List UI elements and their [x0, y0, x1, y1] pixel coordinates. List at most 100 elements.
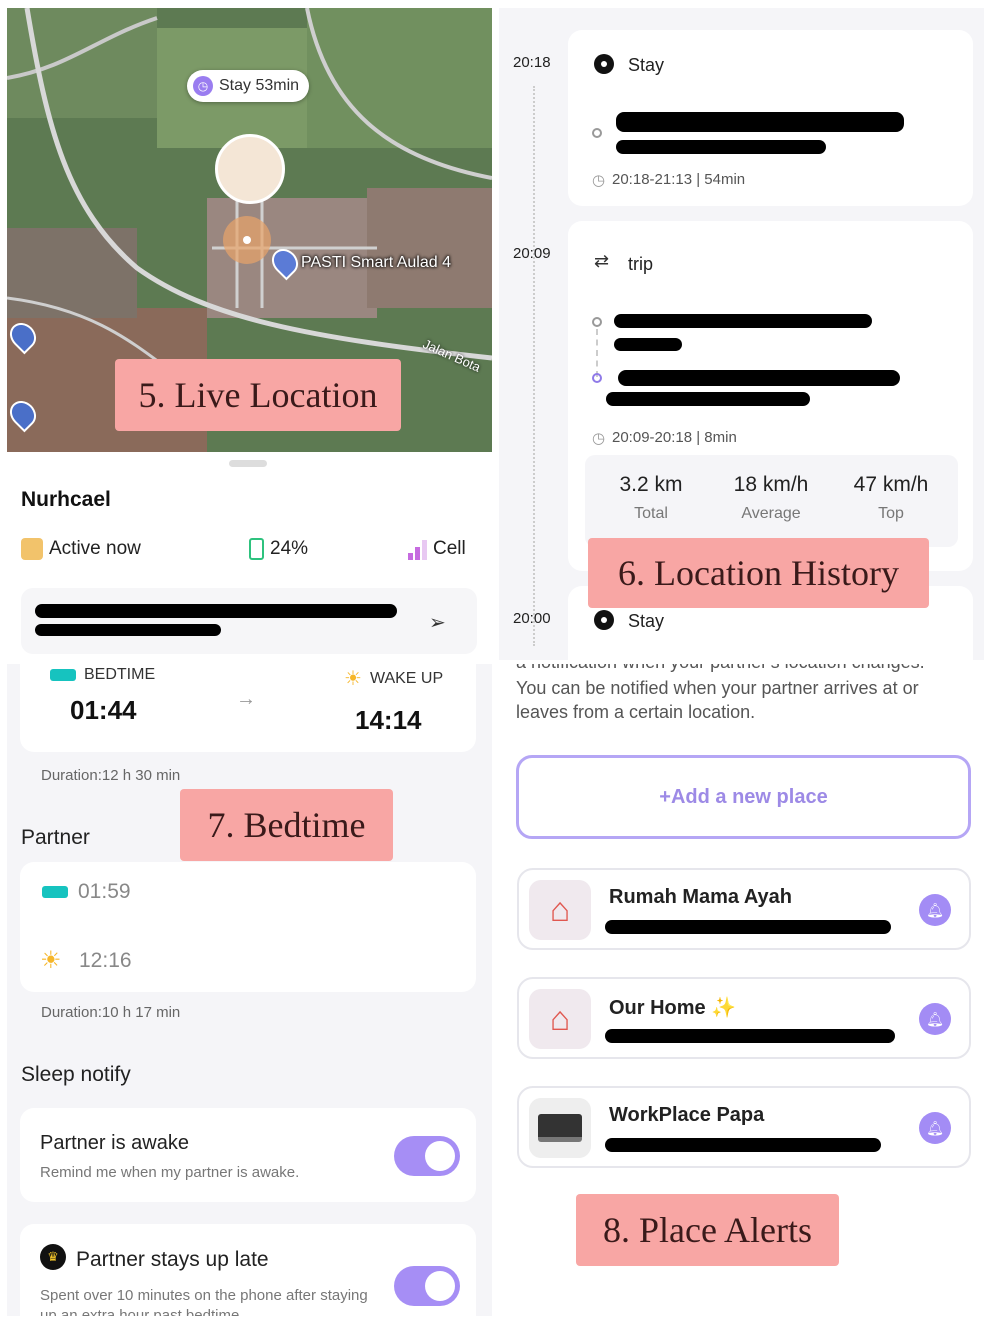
current-address[interactable]: ➢: [21, 588, 477, 654]
redacted-address: [614, 314, 872, 328]
late-toggle[interactable]: [394, 1266, 460, 1306]
wakeup-label: WAKE UP: [369, 669, 444, 687]
entry-type: Stay: [628, 55, 665, 75]
redacted-address: [618, 370, 900, 386]
location-pin-icon: [594, 610, 614, 630]
redacted-address: [614, 338, 682, 351]
place-name: Our Home ✨: [609, 997, 737, 1019]
stat-value: 47 km/h: [853, 473, 929, 496]
start-dot-icon: [592, 317, 602, 327]
bell-icon[interactable]: 🔔︎: [919, 1003, 951, 1035]
redacted-address: [605, 1138, 881, 1152]
poi-label: PASTI Smart Aulad 4: [301, 254, 451, 271]
redacted-address: [35, 604, 397, 618]
caption-live-location: 5. Live Location: [115, 359, 401, 431]
timeline-line: [533, 86, 535, 646]
partner-sleep-duration: Duration:10 h 17 min: [41, 1004, 181, 1021]
activity-icon: [21, 538, 43, 560]
add-place-button[interactable]: +Add a new place: [516, 755, 971, 839]
location-history-panel: 20:18 Stay ◷ 20:18-21:13 | 54min 20:09 ⇄…: [499, 8, 984, 660]
network-status: Cell: [408, 538, 466, 560]
awake-toggle[interactable]: [394, 1136, 460, 1176]
entry-range: 20:09-20:18 | 8min: [612, 429, 737, 446]
partner-avatar[interactable]: [215, 134, 285, 204]
wakeup-header: ☀ WAKE UP: [344, 666, 443, 691]
partner-wakeup: 12:16: [79, 949, 132, 972]
intro-top: a notification when your partner's locat…: [516, 664, 971, 674]
activity-status: Active now: [21, 538, 141, 560]
place-item[interactable]: ⌂ Our Home ✨ 🔔︎: [517, 977, 971, 1059]
place-name: Rumah Mama Ayah: [609, 886, 793, 908]
notify-title: Partner stays up late: [76, 1248, 269, 1271]
place-item[interactable]: ⌂ Rumah Mama Ayah 🔔︎: [517, 868, 971, 950]
notify-card-awake: Partner is awake Remind me when my partn…: [20, 1108, 476, 1202]
stat-top: 47 km/h Top: [825, 473, 957, 523]
battery-status: 24%: [249, 538, 308, 560]
redacted-address: [616, 112, 904, 132]
history-card-stay[interactable]: Stay ◷ 20:18-21:13 | 54min: [568, 30, 973, 206]
stay-badge: ◷ Stay 53min: [187, 70, 310, 102]
redacted-address: [605, 920, 891, 934]
house-icon: ⌂: [529, 880, 591, 940]
signal-icon: [408, 538, 427, 560]
battery-label: 24%: [270, 538, 309, 559]
timeline-time: 20:00: [513, 610, 551, 627]
my-sleep-card: BEDTIME 01:44 → ☀ WAKE UP 14:14: [20, 664, 476, 752]
caption-location-history: 6. Location History: [588, 538, 929, 608]
notify-card-late: ♛ Partner stays up late Spent over 10 mi…: [20, 1224, 476, 1316]
sleep-notify-title: Sleep notify: [21, 1063, 131, 1086]
entry-type: Stay: [628, 611, 665, 631]
timeline-time: 20:09: [513, 245, 551, 262]
house-icon: ⌂: [529, 989, 591, 1049]
stat-label: Total: [634, 505, 668, 522]
entry-type: trip: [628, 254, 654, 274]
intro-text: You can be notified when your partner ar…: [516, 678, 919, 722]
battery-icon: [249, 538, 264, 560]
partner-name: Nurhcael: [21, 488, 111, 511]
entry-range: 20:18-21:13 | 54min: [612, 171, 746, 188]
place-alerts-panel: a notification when your partner's locat…: [499, 664, 984, 1316]
stat-value: 18 km/h: [733, 473, 809, 496]
sun-icon: ☀: [344, 668, 362, 690]
notify-desc: Spent over 10 minutes on the phone after…: [40, 1287, 368, 1316]
location-pin-icon: [594, 54, 614, 74]
caption-bedtime: 7. Bedtime: [180, 789, 393, 861]
place-dot-icon: [592, 128, 602, 138]
bell-icon[interactable]: 🔔︎: [919, 1112, 951, 1144]
partner-title: Partner: [21, 826, 90, 849]
clock-icon: ◷: [193, 76, 213, 96]
place-item[interactable]: WorkPlace Papa 🔔︎: [517, 1086, 971, 1168]
bedtime-value: 01:44: [70, 695, 137, 725]
my-sleep-duration: Duration:12 h 30 min: [41, 767, 181, 784]
trip-stats: 3.2 km Total 18 km/h Average 47 km/h Top: [585, 455, 958, 547]
partner-sheet: Nurhcael Active now 24% Cell ➢: [7, 452, 492, 664]
navigate-icon[interactable]: ➢: [429, 610, 446, 635]
crown-icon: ♛: [40, 1244, 66, 1270]
stat-label: Average: [741, 505, 801, 522]
time-icon: ◷: [592, 172, 606, 189]
stat-value: 3.2 km: [619, 473, 683, 496]
drag-handle[interactable]: [229, 460, 267, 467]
redacted-address: [605, 1029, 895, 1043]
route-line: [596, 329, 598, 377]
network-label: Cell: [433, 538, 466, 559]
sun-icon: ☀: [40, 947, 62, 974]
wakeup-value: 14:14: [355, 705, 422, 735]
stat-label: Top: [878, 505, 904, 522]
timeline-time: 20:18: [513, 54, 551, 71]
redacted-address: [616, 140, 826, 154]
bell-icon[interactable]: 🔔︎: [919, 894, 951, 926]
bedtime-header: BEDTIME: [50, 666, 155, 684]
stat-average: 18 km/h Average: [705, 473, 837, 523]
stat-total: 3.2 km Total: [585, 473, 717, 523]
bed-icon: [50, 669, 76, 681]
notify-title: Partner is awake: [40, 1132, 189, 1154]
bedtime-panel: BEDTIME 01:44 → ☀ WAKE UP 14:14 Duration…: [7, 664, 492, 1316]
end-dot-icon: [592, 373, 602, 383]
laptop-icon: [529, 1098, 591, 1158]
redacted-address: [606, 392, 810, 406]
activity-label: Active now: [49, 538, 141, 559]
time-icon: ◷: [592, 430, 606, 447]
live-location-map[interactable]: ◷ Stay 53min PASTI Smart Aulad 4 Jalan B…: [7, 8, 492, 452]
route-icon: ⇄: [594, 251, 610, 271]
